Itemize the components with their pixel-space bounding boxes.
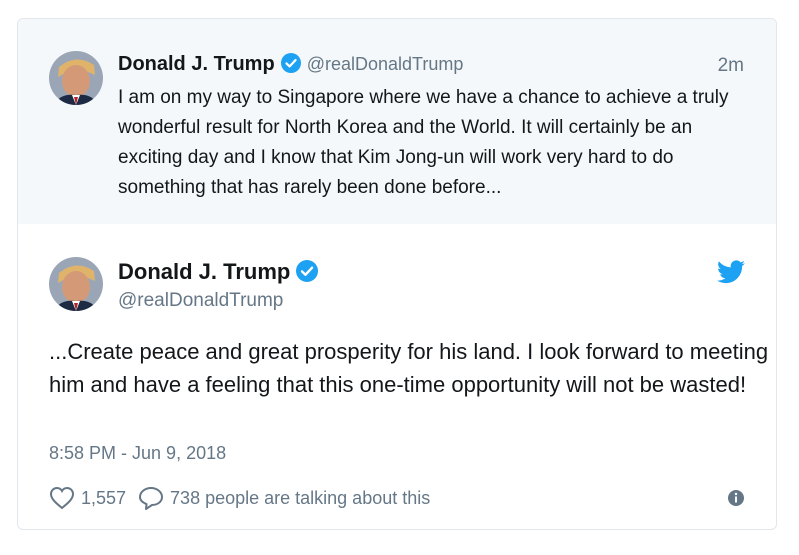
like-button[interactable]: 1,557 [49, 486, 126, 510]
talking-count: 738 people are talking about this [170, 487, 431, 508]
avatar-image [49, 51, 103, 105]
reply-button[interactable]: 738 people are talking about this [138, 486, 430, 510]
like-count: 1,557 [81, 487, 127, 508]
author-name[interactable]: Donald J. Trump [118, 53, 275, 75]
avatar-image [49, 257, 103, 311]
main-tweet-text: ...Create peace and great prosperity for… [49, 339, 769, 397]
info-icon[interactable] [727, 489, 745, 512]
avatar[interactable] [49, 257, 103, 311]
author-handle[interactable]: @realDonaldTrump [118, 290, 283, 312]
tweet-time[interactable]: 2m [718, 55, 744, 77]
quoted-tweet-header: Donald J. Trump @realDonaldTrump [118, 53, 463, 78]
verified-badge-icon [280, 53, 301, 78]
avatar[interactable] [49, 51, 103, 105]
tweet-timestamp[interactable]: 8:58 PM - Jun 9, 2018 [49, 443, 226, 464]
comment-icon [139, 487, 164, 510]
author-handle[interactable]: @realDonaldTrump [307, 54, 464, 74]
quoted-tweet[interactable]: Donald J. Trump @realDonaldTrump 2m I am … [18, 19, 776, 224]
twitter-bird-icon[interactable] [717, 260, 745, 289]
heart-icon [49, 486, 75, 510]
main-tweet-author: Donald J. Trump [118, 259, 319, 287]
quoted-tweet-text: I am on my way to Singapore where we hav… [118, 87, 729, 198]
tweet-actions: 1,557 738 people are talking about this [49, 484, 749, 512]
author-name[interactable]: Donald J. Trump [118, 259, 290, 284]
verified-badge-icon [296, 260, 319, 287]
tweet-embed-card: Donald J. Trump @realDonaldTrump 2m I am … [17, 18, 777, 530]
